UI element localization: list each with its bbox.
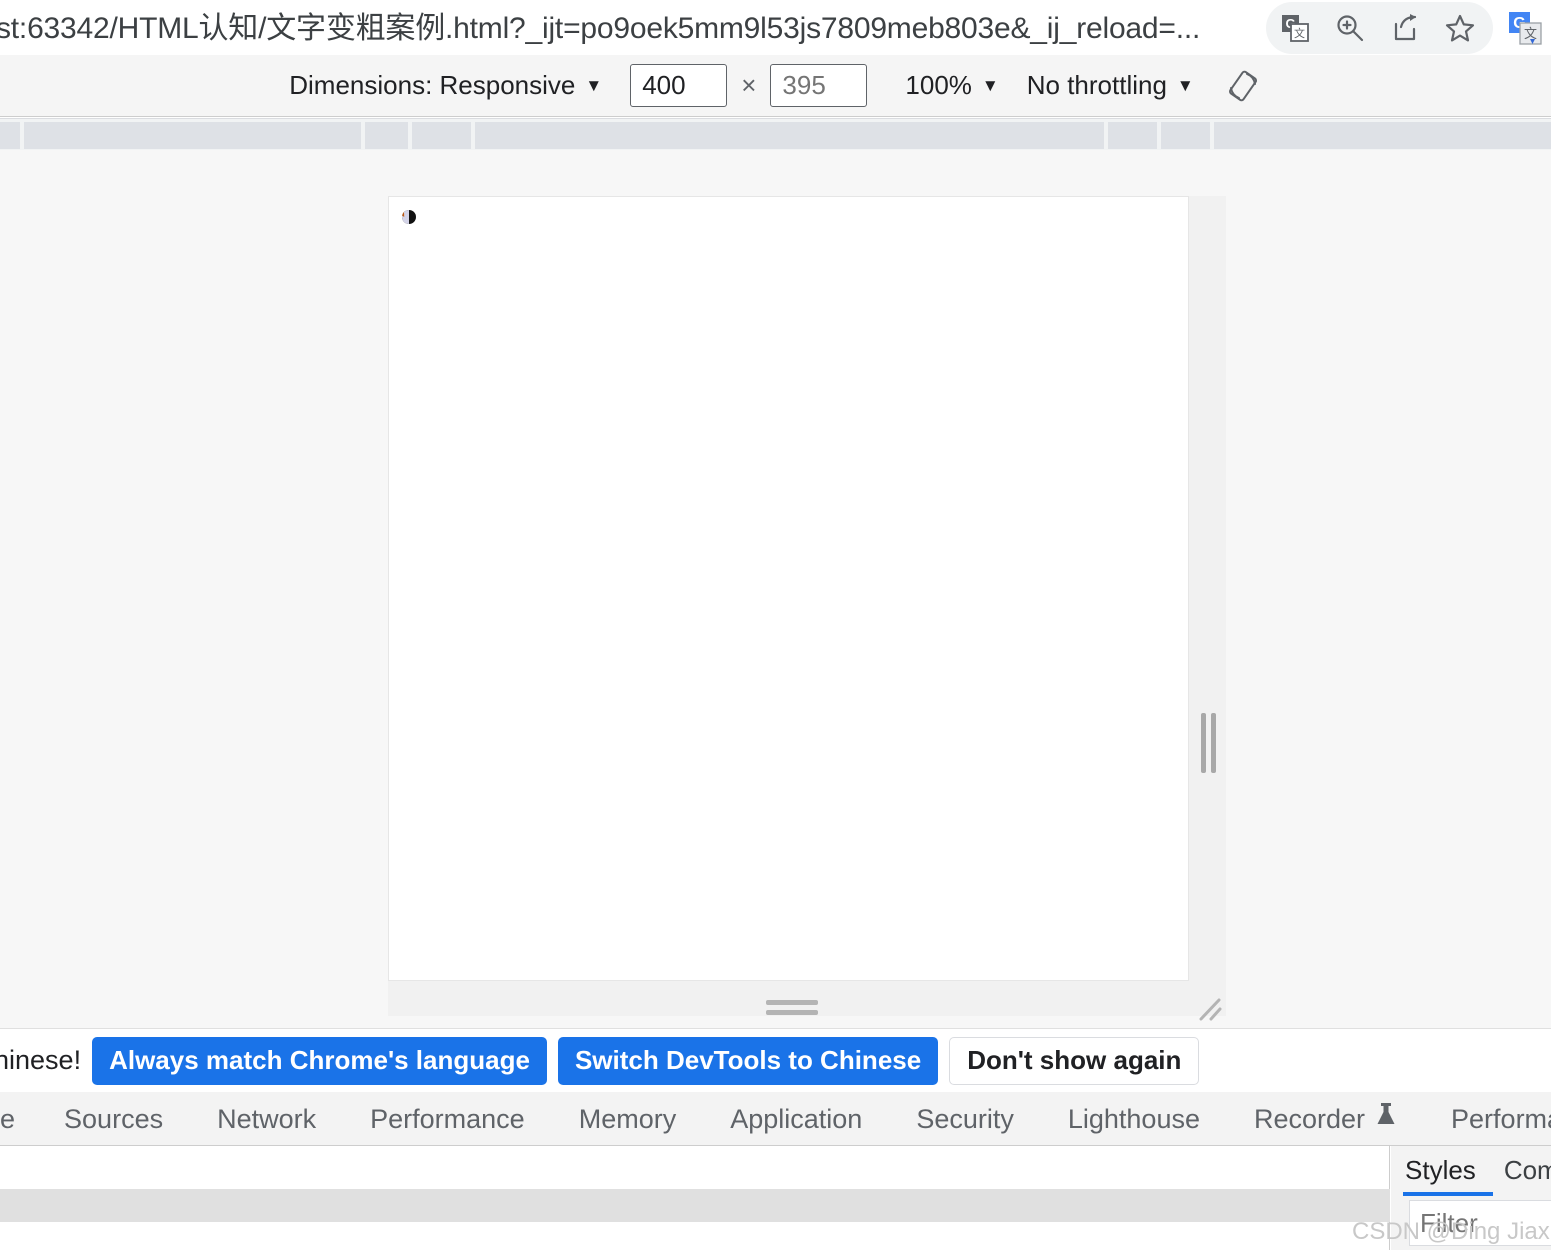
- chevron-down-icon: ▼: [585, 75, 603, 95]
- viewport-height-input[interactable]: [770, 64, 868, 107]
- dimensions-dropdown[interactable]: Dimensions: Responsive ▼: [289, 70, 602, 101]
- tab-network[interactable]: Network: [190, 1092, 343, 1146]
- bookmark-ruler-bar: [0, 118, 1551, 150]
- devtools-panel-tabbar: e Sources Network Performance Memory App…: [0, 1092, 1551, 1146]
- zoom-label: 100%: [905, 70, 972, 100]
- tab-styles[interactable]: Styles: [1391, 1146, 1490, 1194]
- tab-security[interactable]: Security: [889, 1092, 1041, 1146]
- tab-label: Memory: [578, 1103, 677, 1134]
- device-emulation-canvas: [0, 150, 1551, 1028]
- ruler-segment: [1214, 122, 1551, 149]
- styles-sidebar-tabbar: Styles Com: [1391, 1146, 1551, 1194]
- devtools-body: Styles Com: [0, 1146, 1551, 1250]
- zoom-dropdown[interactable]: 100% ▼: [905, 70, 998, 101]
- always-match-chrome-language-button[interactable]: Always match Chrome's language: [92, 1036, 547, 1085]
- ruler-segment: [1161, 122, 1210, 149]
- styles-sidebar-pane: Styles Com: [1391, 1146, 1551, 1250]
- tab-label: Security: [916, 1103, 1014, 1134]
- tab-memory[interactable]: Memory: [552, 1092, 704, 1146]
- ruler-segment: [0, 122, 20, 149]
- ruler-segment: [365, 122, 408, 149]
- tab-application[interactable]: Application: [703, 1092, 889, 1146]
- elements-tree-pane[interactable]: [0, 1146, 1390, 1250]
- star-icon[interactable]: [1443, 11, 1477, 45]
- handle-bar: [1211, 713, 1216, 773]
- ruler-segment: [1108, 122, 1157, 149]
- tab-computed[interactable]: Com: [1490, 1146, 1551, 1194]
- emulated-page-viewport[interactable]: [388, 196, 1189, 981]
- tab-label: Sources: [64, 1103, 164, 1134]
- throttling-label: No throttling: [1026, 70, 1167, 100]
- zoom-in-icon[interactable]: [1333, 11, 1367, 45]
- omnibox-action-group: G 文: [1266, 2, 1493, 54]
- chevron-down-icon: ▼: [981, 75, 999, 95]
- multiply-symbol: ×: [741, 70, 757, 100]
- tab-console[interactable]: e: [0, 1092, 37, 1146]
- tab-label: e: [0, 1103, 16, 1134]
- tab-performance[interactable]: Performance: [343, 1092, 552, 1146]
- ruler-segment: [475, 122, 1104, 149]
- ruler-segment: [24, 122, 361, 149]
- notification-message: hinese!: [0, 1045, 82, 1075]
- svg-text:文: 文: [1294, 26, 1305, 40]
- svg-text:文: 文: [1524, 26, 1537, 41]
- ruler-segment: [412, 122, 471, 149]
- browser-omnibox[interactable]: st:63342/HTML认知/文字变粗案例.html?_ijt=po9oek5…: [0, 0, 1551, 55]
- dimensions-label: Dimensions: Responsive: [289, 70, 576, 100]
- device-emulation-toolbar: Dimensions: Responsive ▼ × 100% ▼ No thr…: [0, 55, 1551, 117]
- handle-bar: [1201, 713, 1206, 773]
- resize-handle-right[interactable]: [1201, 713, 1219, 773]
- resize-handle-corner[interactable]: [1196, 995, 1228, 1025]
- tab-sources[interactable]: Sources: [37, 1092, 190, 1146]
- tab-label: Performance: [370, 1103, 525, 1134]
- google-translate-extension-icon[interactable]: G 文: [1503, 6, 1547, 50]
- tab-label: Lighthouse: [1067, 1103, 1200, 1134]
- throttling-dropdown[interactable]: No throttling ▼: [1027, 70, 1194, 101]
- experiment-flask-icon: [1375, 1092, 1397, 1146]
- bullet-dot-icon: [401, 209, 417, 225]
- viewport-width-input[interactable]: [630, 64, 728, 107]
- dont-show-again-button[interactable]: Don't show again: [949, 1036, 1200, 1085]
- chevron-down-icon: ▼: [1176, 75, 1194, 95]
- share-icon[interactable]: [1388, 11, 1422, 45]
- translate-icon[interactable]: G 文: [1278, 11, 1312, 45]
- devtools-language-notification: hinese! Always match Chrome's language S…: [0, 1028, 1551, 1092]
- handle-bar: [766, 1010, 818, 1015]
- tree-row-selected[interactable]: [0, 1189, 1390, 1222]
- rotate-device-icon[interactable]: [1224, 67, 1262, 105]
- styles-filter-input[interactable]: [1409, 1200, 1551, 1246]
- tab-label: Recorder: [1253, 1103, 1366, 1134]
- tab-label: Styles: [1405, 1155, 1476, 1185]
- tab-label: Com: [1503, 1155, 1551, 1185]
- tab-performance-insights[interactable]: Performance insights: [1424, 1092, 1551, 1146]
- tab-recorder[interactable]: Recorder: [1227, 1092, 1424, 1146]
- tab-label: Application: [730, 1103, 863, 1134]
- tab-lighthouse[interactable]: Lighthouse: [1041, 1092, 1227, 1146]
- tab-label: Network: [217, 1103, 317, 1134]
- url-text[interactable]: st:63342/HTML认知/文字变粗案例.html?_ijt=po9oek5…: [0, 3, 1200, 47]
- active-tab-underline: [1403, 1192, 1493, 1196]
- tab-label: Performance insights: [1451, 1103, 1551, 1134]
- handle-bar: [766, 1000, 818, 1005]
- resize-handle-bottom[interactable]: [766, 1000, 818, 1018]
- switch-devtools-to-chinese-button[interactable]: Switch DevTools to Chinese: [557, 1036, 939, 1085]
